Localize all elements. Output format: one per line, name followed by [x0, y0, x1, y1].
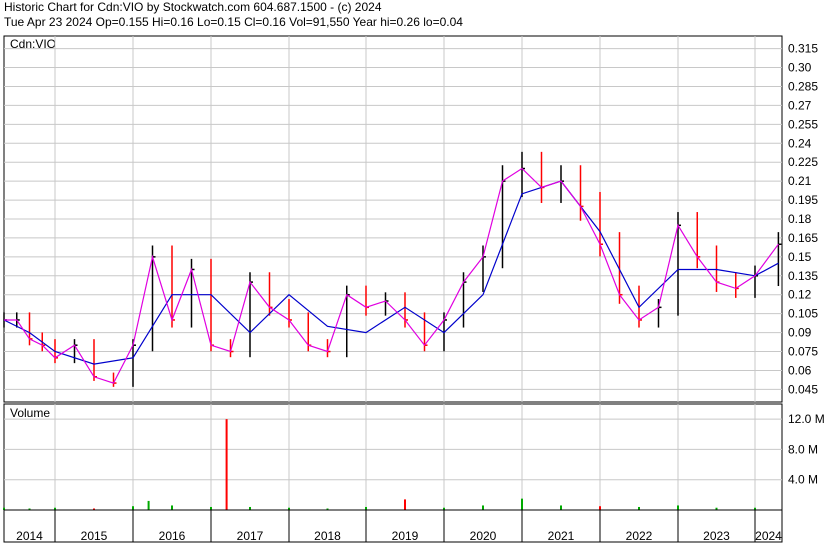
volume-y-tick: 8.0 M [788, 442, 818, 456]
price-y-tick: 0.15 [788, 250, 812, 264]
price-bar [210, 258, 214, 352]
price-y-tick: 0.21 [788, 174, 812, 188]
price-bar [93, 339, 97, 381]
price-y-tick: 0.315 [788, 42, 818, 56]
price-y-tick: 0.12 [788, 288, 812, 302]
price-y-tick: 0.06 [788, 363, 812, 377]
price-y-tick: 0.165 [788, 231, 818, 245]
volume-bar [599, 506, 601, 510]
price-y-tick: 0.285 [788, 79, 818, 93]
price-y-tick: 0.255 [788, 117, 818, 131]
x-tick-year: 2019 [392, 529, 419, 543]
x-tick-year: 2015 [81, 529, 108, 543]
volume-bar [171, 505, 173, 510]
x-tick-year: 2021 [548, 529, 575, 543]
price-bar [521, 151, 525, 198]
volume-bar [560, 505, 562, 510]
volume-y-tick: 12.0 M [788, 412, 825, 426]
volume-panel-title: Volume [10, 406, 50, 420]
volume-bar [132, 506, 134, 510]
price-bar [715, 245, 720, 292]
volume-bar [225, 419, 228, 510]
price-y-tick: 0.18 [788, 212, 812, 226]
volume-bar [677, 505, 679, 510]
price-y-tick: 0.225 [788, 155, 818, 169]
price-y-tick: 0.24 [788, 136, 812, 150]
price-bar [754, 265, 758, 298]
x-tick-year: 2023 [703, 529, 730, 543]
x-tick-year: 2017 [237, 529, 264, 543]
price-bar [540, 151, 545, 203]
x-tick-year: 2022 [626, 529, 653, 543]
price-bar [618, 232, 623, 304]
x-tick-year: 2020 [470, 529, 497, 543]
price-bar [132, 339, 136, 387]
volume-panel [3, 403, 783, 511]
price-y-tick: 0.195 [788, 193, 818, 207]
price-y-tick: 0.045 [788, 382, 818, 396]
volume-bar [482, 505, 484, 510]
volume-bar [521, 498, 523, 510]
volume-bar [147, 500, 150, 510]
price-y-tick: 0.27 [788, 98, 812, 112]
price-y-tick: 0.135 [788, 269, 818, 283]
x-tick-year: 2014 [16, 529, 43, 543]
volume-y-tick: 4.0 M [788, 473, 818, 487]
price-y-tick: 0.30 [788, 61, 812, 75]
price-y-tick: 0.09 [788, 326, 812, 340]
series-line-long-average [3, 180, 779, 365]
price-bar [777, 232, 782, 287]
chart-canvas: Cdn:VIO 0.3150.300.2850.270.2550.240.225… [3, 35, 825, 543]
x-tick-year: 2018 [314, 529, 341, 543]
price-y-tick: 0.105 [788, 307, 818, 321]
volume-bar [404, 499, 406, 510]
x-tick-year: 2024 [755, 529, 782, 543]
price-y-tick: 0.075 [788, 345, 818, 359]
price-bar [365, 285, 369, 316]
x-tick-year: 2016 [159, 529, 186, 543]
